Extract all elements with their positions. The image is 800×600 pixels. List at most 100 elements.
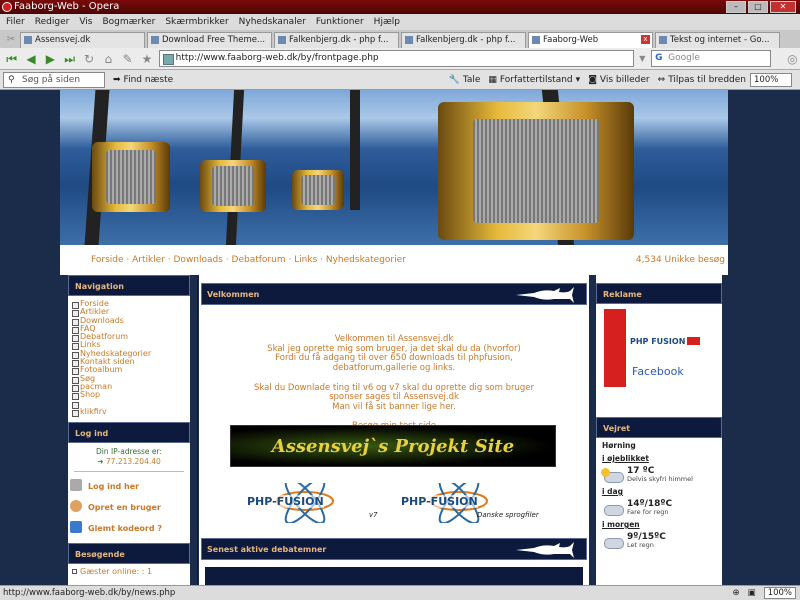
welcome-title: Velkommen (207, 290, 260, 299)
menu-bookmarks[interactable]: Bogmærker (102, 17, 155, 27)
lock-icon (70, 479, 82, 492)
window-title: Faaborg-Web - Opera (14, 1, 120, 12)
author-mode-label: Forfattertilstand (499, 74, 573, 85)
weather-city: Hørning (602, 441, 636, 450)
weather-day-tomorrow[interactable]: i morgen (602, 520, 716, 529)
logo-caption: Danske sprogfiler (477, 511, 539, 519)
zoom-select[interactable]: 100% (750, 72, 792, 87)
fast-forward-icon[interactable]: ⏭ (62, 51, 77, 67)
search-input[interactable]: Google (651, 50, 771, 67)
find-in-page-input[interactable]: Søg på siden (3, 71, 105, 88)
marlin-fish-icon (516, 542, 574, 558)
tab-close-icon[interactable]: x (641, 35, 650, 44)
ip-box: Din IP-adresse er: ➜ 77.213.204.40 (68, 443, 190, 467)
right-sidebar: Reklame PHP FUSION Facebook Vejret Hørni… (590, 275, 728, 585)
tab-falkenbjerg-2[interactable]: Falkenbjerg.dk - php f... (401, 32, 526, 48)
arrow-icon: ➜ (97, 457, 104, 467)
weather-desc: Fare for regn (627, 508, 669, 516)
show-images-button[interactable]: ◙ Vis billeder (588, 75, 649, 85)
address-dropdown-icon[interactable]: ▼ (638, 51, 648, 67)
forgot-label: Glemt kodeord ? (88, 524, 163, 534)
navigation-header: Navigation (68, 275, 190, 296)
top-nav-links[interactable]: Forside · Artikler · Downloads · Debatfo… (91, 255, 406, 265)
key-icon (70, 521, 82, 534)
status-zoom-select[interactable]: 100% (763, 587, 796, 599)
reload-icon[interactable]: ↻ (81, 51, 96, 67)
php-fusion-danish-logo[interactable]: PHP-FUSION Danske sprogfiler (399, 477, 549, 525)
page-viewport: Forside · Artikler · Downloads · Debatfo… (0, 90, 800, 585)
fit-width-button[interactable]: ⇔ Tilpas til bredden (658, 75, 746, 85)
panels-icon[interactable]: ◎ (785, 51, 800, 67)
light-rain-icon (602, 534, 624, 549)
nav-item-klikfirv[interactable]: klikfirv (72, 407, 190, 418)
tab-falkenbjerg-1[interactable]: Falkenbjerg.dk - php f... (274, 32, 399, 48)
speak-button[interactable]: 🔧 Tale (449, 75, 481, 85)
author-mode-button[interactable]: ▦ Forfattertilstand ▾ (488, 75, 580, 85)
tab-faaborg-web[interactable]: Faaborg-Web x (528, 32, 653, 48)
maximize-button[interactable]: □ (748, 1, 768, 13)
rewind-icon[interactable]: ⏮ (4, 51, 19, 67)
address-input[interactable]: http://www.faaborg-web.dk/by/frontpage.p… (158, 50, 634, 67)
status-bar: http://www.faaborg-web.dk/by/news.php ⊕ … (0, 585, 800, 600)
menu-tools[interactable]: Funktioner (316, 17, 364, 27)
header-banner-image (60, 90, 728, 245)
weather-header: Vejret (596, 417, 722, 438)
menu-file[interactable]: Filer (6, 17, 25, 27)
weather-day-now[interactable]: i øjeblikket (602, 454, 716, 463)
network-icon[interactable]: ⊕ (733, 586, 740, 600)
menu-feeds[interactable]: Nyhedskanaler (239, 17, 306, 27)
create-user-label: Opret en bruger (88, 503, 161, 513)
forgot-password-link[interactable]: Glemt kodeord ? (68, 518, 190, 539)
unique-visits-count: 4,534 Unikke besøg (635, 255, 725, 265)
menu-bar: Filer Rediger Vis Bogmærker Skærmbrikker… (0, 14, 800, 30)
weather-desc: Delvis skyfri himmel (627, 475, 693, 483)
back-icon[interactable]: ◀ (23, 51, 38, 67)
weather-day-today[interactable]: i dag (602, 487, 716, 496)
menu-view[interactable]: Vis (79, 17, 92, 27)
ip-label: Din IP-adresse er: (95, 447, 163, 457)
show-images-label: Vis billeder (599, 74, 650, 85)
edit-icon[interactable]: ✎ (120, 51, 135, 67)
main-content: Velkommen Velkommen til Assensvej.dk Ska… (198, 275, 590, 585)
address-toolbar: ⏮ ◀ ▶ ⏭ ↻ ⌂ ✎ ★ http://www.faaborg-web.d… (0, 48, 800, 70)
arrow-right-icon: ➡ (113, 74, 121, 85)
bullet-icon (72, 569, 77, 575)
speak-label: Tale (462, 74, 481, 85)
forward-icon[interactable]: ▶ (43, 51, 58, 67)
guests-label: Gæster online: : 1 (80, 567, 153, 577)
tab-assensvej[interactable]: Assensvej.dk (20, 32, 145, 48)
user-icon (70, 500, 82, 513)
project-site-banner[interactable]: Assensvej`s Projekt Site (230, 425, 556, 467)
weather-widget: Hørning i øjeblikket 17 ºC Delvis skyfri … (596, 438, 722, 552)
author-icon: ▦ (488, 74, 497, 85)
logo-text: PHP-FUSION (401, 495, 478, 508)
weather-desc: Let regn (627, 541, 654, 549)
find-next-button[interactable]: ➡ Find næste (113, 75, 173, 85)
window-titlebar: Faaborg-Web - Opera – □ ✕ (0, 0, 800, 14)
nav-item-shop[interactable]: Shop (72, 390, 190, 401)
tab-bar: ✂ Assensvej.dk Download Free Theme... Fa… (0, 30, 800, 48)
minimize-button[interactable]: – (726, 1, 746, 13)
login-link[interactable]: Log ind her (68, 476, 190, 497)
opera-logo-icon (2, 2, 12, 12)
create-user-link[interactable]: Opret en bruger (68, 497, 190, 518)
close-button[interactable]: ✕ (770, 1, 796, 13)
logo-text: PHP-FUSION (247, 495, 324, 508)
login-label: Log ind her (88, 482, 140, 492)
top-navigation: Forside · Artikler · Downloads · Debatfo… (60, 245, 728, 275)
find-next-label: Find næste (123, 74, 174, 85)
facebook-ad-image[interactable]: PHP FUSION Facebook (604, 309, 700, 387)
bookmark-star-icon[interactable]: ★ (139, 51, 154, 67)
home-icon[interactable]: ⌂ (101, 51, 116, 67)
menu-widgets[interactable]: Skærmbrikker (165, 17, 228, 27)
menu-help[interactable]: Hjælp (374, 17, 400, 27)
latest-topics-title: Senest aktive debatemner (207, 545, 327, 554)
tab-download-themes[interactable]: Download Free Theme... (147, 32, 272, 48)
visitors-header: Besøgende (68, 543, 190, 565)
tools-icon[interactable]: ✂ (4, 32, 18, 48)
fit-icon[interactable]: ▣ (748, 586, 756, 600)
latest-topics-header: Senest aktive debatemner (201, 538, 587, 560)
tab-tekst-internet[interactable]: Tekst og internet - Go... (655, 32, 780, 48)
menu-edit[interactable]: Rediger (35, 17, 70, 27)
php-fusion-v7-logo[interactable]: PHP-FUSION v7 (245, 477, 385, 525)
